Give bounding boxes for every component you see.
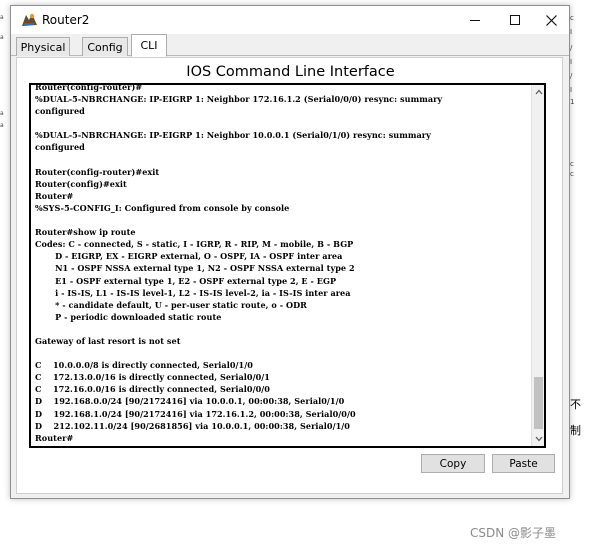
terminal-line: D 212.102.11.0/24 [90/2681856] via 10.0.…: [35, 420, 350, 431]
chevron-down-icon: [535, 436, 542, 442]
terminal-line: %DUAL-5-NBRCHANGE: IP-EIGRP 1: Neighbor …: [35, 94, 443, 105]
paste-button[interactable]: Paste: [492, 454, 555, 473]
title-bar[interactable]: Router2: [11, 6, 569, 34]
cli-heading: IOS Command Line Interface: [186, 64, 395, 80]
terminal-line: configured: [35, 142, 85, 153]
minimize-icon: [470, 19, 480, 21]
terminal-line: Gateway of last resort is not set: [35, 335, 181, 346]
terminal-line: * - candidate default, U - per-user stat…: [35, 299, 307, 310]
background-window-left-edge: a a a a: [0, 14, 4, 129]
window-title: Router2: [42, 13, 90, 27]
terminal-line: Router#show ip route: [35, 227, 136, 238]
terminal-line: D - EIGRP, EX - EIGRP external, O - OSPF…: [35, 251, 343, 262]
maximize-button[interactable]: [497, 6, 533, 34]
terminal-line: Router#: [35, 432, 74, 443]
terminal-line: C 172.13.0.0/16 is directly connected, S…: [35, 372, 270, 383]
terminal-line: D 192.168.1.0/24 [90/2172416] via 172.16…: [35, 408, 356, 419]
tab-physical[interactable]: Physical: [16, 37, 70, 56]
terminal-line: P - periodic downloaded static route: [35, 311, 222, 322]
terminal-line: E1 - OSPF external type 1, E2 - OSPF ext…: [35, 275, 337, 286]
terminal-line: Router#: [35, 190, 74, 201]
copy-button[interactable]: Copy: [421, 454, 485, 473]
terminal-output[interactable]: Router(config-router)# %DUAL-5-NBRCHANGE:…: [35, 83, 533, 444]
terminal-line: %DUAL-5-NBRCHANGE: IP-EIGRP 1: Neighbor …: [35, 130, 431, 141]
terminal-line: D 192.168.0.0/24 [90/2172416] via 10.0.0…: [35, 396, 345, 407]
close-button[interactable]: [533, 6, 569, 34]
terminal-line: Router(config-router)#: [35, 83, 143, 92]
scroll-up-button[interactable]: [532, 85, 544, 99]
maximize-icon: [510, 15, 520, 25]
scroll-thumb[interactable]: [534, 377, 543, 429]
tab-config[interactable]: Config: [82, 37, 128, 56]
cli-terminal[interactable]: Router(config-router)# %DUAL-5-NBRCHANGE:…: [29, 83, 546, 448]
terminal-line: %SYS-5-CONFIG_I: Configured from console…: [35, 202, 290, 213]
terminal-line: C 10.0.0.0/8 is directly connected, Seri…: [35, 360, 253, 371]
background-window-right-edge: c I / I / I 1 c c 不 制: [568, 0, 602, 500]
close-icon: [545, 14, 557, 26]
terminal-line: i - IS-IS, L1 - IS-IS level-1, L2 - IS-I…: [35, 287, 351, 298]
scroll-down-button[interactable]: [532, 432, 544, 446]
terminal-line: Router(config-router)#exit: [35, 166, 160, 177]
chevron-up-icon: [535, 89, 542, 95]
router2-window: Router2 Physical Config CLI IOS Command …: [10, 5, 570, 499]
cli-panel: IOS Command Line Interface Router(config…: [16, 57, 563, 494]
terminal-line: C 172.16.0.0/16 is directly connected, S…: [35, 384, 270, 395]
terminal-scrollbar[interactable]: [531, 85, 544, 446]
minimize-button[interactable]: [457, 6, 493, 34]
tab-strip: Physical Config CLI: [11, 34, 569, 57]
terminal-line: N1 - OSPF NSSA external type 1, N2 - OSP…: [35, 263, 355, 274]
terminal-line: configured: [35, 106, 85, 117]
terminal-line: Router(config)#exit: [35, 178, 127, 189]
router-app-icon: [20, 12, 40, 28]
watermark: CSDN @影子墨: [470, 526, 557, 540]
terminal-line: Codes: C - connected, S - static, I - IG…: [35, 239, 354, 250]
tab-cli[interactable]: CLI: [131, 34, 167, 57]
